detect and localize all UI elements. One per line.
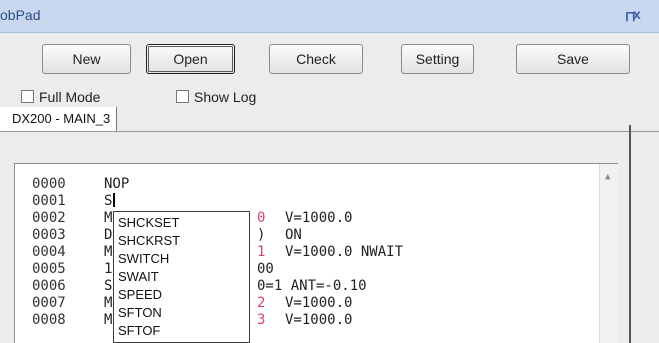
line-number: 0002 <box>32 210 66 226</box>
checkbox-box[interactable] <box>176 90 189 103</box>
save-button[interactable]: Save <box>516 44 630 74</box>
autocomplete-item[interactable]: SHCKRST <box>118 233 180 248</box>
line-text: S <box>104 193 116 209</box>
line-number: 0001 <box>32 193 66 209</box>
line-text-value: S <box>104 193 113 209</box>
show-log-label: Show Log <box>194 89 257 105</box>
line-number: 0006 <box>32 278 66 294</box>
jobpad-window: obPad ᅟ⊓ x New Open Check Setting Save F… <box>0 0 659 343</box>
checkbox-box[interactable] <box>21 90 34 103</box>
title-bar: obPad ᅟ⊓ x <box>0 0 659 33</box>
line-tail: V=1000.0 <box>285 210 353 226</box>
line-tail: V=1000.0 <box>285 295 353 311</box>
line-tail-digit: 0 <box>257 210 266 226</box>
line-tail-digit: 2 <box>257 295 266 311</box>
tab-dx200-main-3[interactable]: DX200 - MAIN_3 <box>0 107 118 131</box>
setting-button[interactable]: Setting <box>401 44 474 74</box>
autocomplete-item[interactable]: SPEED <box>118 287 162 302</box>
line-tail-digit: 3 <box>257 312 266 328</box>
autocomplete-item[interactable]: SWITCH <box>118 251 169 266</box>
show-log-checkbox[interactable]: Show Log <box>176 89 256 105</box>
line-lead: 1 <box>104 261 113 277</box>
line-number: 0004 <box>32 244 66 260</box>
new-button[interactable]: New <box>42 44 131 74</box>
window-title: obPad <box>0 7 41 23</box>
line-number: 0003 <box>32 227 66 243</box>
scroll-up-arrow-icon[interactable]: ▲ <box>605 172 610 182</box>
text-cursor <box>113 193 116 207</box>
job-editor[interactable]: 0000 NOP 0001 S 0002 M 0 V=1000.0 0003 D… <box>14 163 619 343</box>
line-tail: V=1000.0 NWAIT <box>285 244 404 260</box>
autocomplete-item[interactable]: SWAIT <box>118 269 159 284</box>
line-tail: 0=1 ANT=-0.10 <box>257 278 367 294</box>
line-tail: 00 <box>257 261 274 277</box>
line-tail: V=1000.0 <box>285 312 353 328</box>
line-tail: ON <box>285 227 302 243</box>
line-lead: M <box>104 244 113 260</box>
autocomplete-item[interactable]: SFTON <box>118 305 162 320</box>
check-button[interactable]: Check <box>269 44 363 74</box>
full-mode-checkbox[interactable]: Full Mode <box>21 89 100 105</box>
line-number: 0005 <box>32 261 66 277</box>
tab-strip-divider <box>0 131 659 132</box>
line-lead: D <box>104 227 113 243</box>
line-number: 0007 <box>32 295 66 311</box>
line-lead: M <box>104 312 113 328</box>
autocomplete-item[interactable]: SFTOF <box>118 323 160 338</box>
line-tail-digit: ) <box>257 227 266 243</box>
open-button[interactable]: Open <box>146 44 235 74</box>
line-text: NOP <box>104 176 130 192</box>
autocomplete-popup: SHCKSET SHCKRST SWITCH SWAIT SPEED SFTON… <box>113 211 250 343</box>
line-tail-digit: 1 <box>257 244 266 260</box>
line-lead: S <box>104 278 113 294</box>
line-number: 0008 <box>32 312 66 328</box>
autocomplete-item[interactable]: SHCKSET <box>118 215 179 230</box>
close-icon[interactable]: x <box>633 6 641 22</box>
full-mode-label: Full Mode <box>39 89 101 105</box>
line-lead: M <box>104 210 113 226</box>
line-number: 0000 <box>32 176 66 192</box>
line-lead: M <box>104 295 113 311</box>
pane-splitter[interactable] <box>629 125 631 343</box>
editor-scrollbar[interactable]: ▲ <box>599 164 619 343</box>
